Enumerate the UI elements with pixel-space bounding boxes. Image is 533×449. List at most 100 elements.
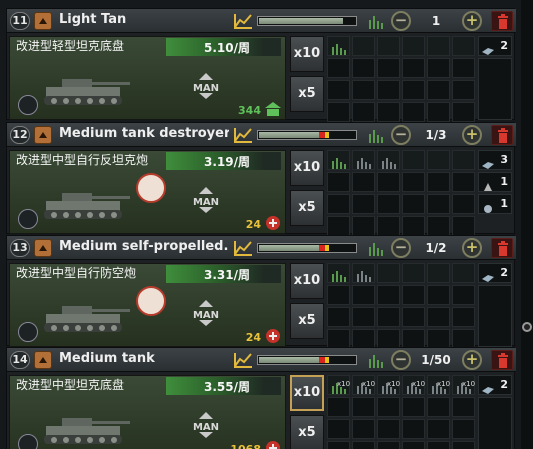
factory-slot[interactable] — [352, 102, 375, 122]
factory-slot[interactable] — [427, 441, 450, 449]
equipment-panel[interactable]: 改进型轻型坦克底盘 5.10/周 MAN 344 — [9, 36, 286, 120]
factory-slot[interactable] — [377, 329, 400, 349]
factory-slot[interactable] — [427, 419, 450, 439]
factory-slot[interactable] — [402, 194, 425, 214]
factory-slot[interactable] — [352, 80, 375, 100]
factory-slot[interactable] — [377, 102, 400, 122]
factory-slot[interactable] — [402, 419, 425, 439]
factory-slot[interactable] — [402, 329, 425, 349]
factory-slot[interactable] — [377, 397, 400, 417]
factory-slot[interactable] — [327, 36, 350, 56]
add-factory-button[interactable]: + — [462, 125, 482, 145]
factory-slot[interactable] — [452, 194, 475, 214]
x10-button[interactable]: x10 — [290, 36, 324, 72]
factory-slot[interactable] — [402, 80, 425, 100]
factory-slot[interactable] — [377, 194, 400, 214]
remove-factory-button[interactable]: − — [391, 238, 411, 258]
factory-slot[interactable] — [352, 58, 375, 78]
equipment-panel[interactable]: 改进型中型自行反坦克炮 3.19/周 MAN 24 — [9, 150, 286, 234]
gear-icon[interactable] — [18, 209, 38, 229]
factory-slot[interactable] — [352, 329, 375, 349]
factory-slot[interactable] — [327, 194, 350, 214]
factory-slot[interactable] — [377, 441, 400, 449]
factory-slot[interactable] — [327, 397, 350, 417]
factory-slot[interactable] — [352, 216, 375, 236]
factory-slot[interactable] — [327, 329, 350, 349]
factory-slot[interactable]: x10 — [427, 375, 450, 395]
factory-slot[interactable] — [327, 58, 350, 78]
factory-slot[interactable] — [427, 307, 450, 327]
factory-slot[interactable] — [377, 36, 400, 56]
factory-slot[interactable] — [427, 150, 450, 170]
factory-slot[interactable] — [427, 58, 450, 78]
scrollbar[interactable] — [521, 0, 533, 449]
factory-slot[interactable] — [402, 102, 425, 122]
factory-slot[interactable] — [427, 80, 450, 100]
factory-slot[interactable] — [427, 172, 450, 192]
factory-slot[interactable]: x10 — [327, 375, 350, 395]
factory-slot[interactable] — [452, 80, 475, 100]
remove-factory-button[interactable]: − — [391, 11, 411, 31]
factory-slot[interactable]: x10 — [402, 375, 425, 395]
factory-slot[interactable] — [452, 216, 475, 236]
factory-slot[interactable] — [427, 36, 450, 56]
delete-line-button[interactable] — [491, 11, 513, 31]
factory-slot[interactable] — [402, 307, 425, 327]
factory-slot[interactable] — [427, 397, 450, 417]
factory-slot[interactable] — [402, 285, 425, 305]
factory-slot[interactable] — [452, 263, 475, 283]
factory-slot[interactable] — [352, 172, 375, 192]
factory-slot[interactable] — [327, 419, 350, 439]
factory-slot[interactable] — [352, 285, 375, 305]
factory-slot[interactable] — [327, 102, 350, 122]
factory-slot[interactable]: x10 — [352, 375, 375, 395]
factory-slot[interactable] — [452, 397, 475, 417]
equipment-panel[interactable]: 改进型中型自行防空炮 3.31/周 MAN 24 — [9, 263, 286, 347]
factory-slot[interactable] — [377, 285, 400, 305]
factory-slot[interactable] — [352, 263, 375, 283]
factory-slot[interactable] — [327, 285, 350, 305]
factory-slot[interactable] — [452, 36, 475, 56]
factory-slot[interactable] — [377, 58, 400, 78]
factory-slot[interactable] — [427, 329, 450, 349]
factory-slot[interactable] — [402, 172, 425, 192]
factory-slot[interactable] — [327, 172, 350, 192]
factory-slot[interactable] — [452, 58, 475, 78]
factory-slot[interactable] — [402, 441, 425, 449]
add-factory-button[interactable]: + — [462, 350, 482, 370]
factory-slot[interactable] — [327, 80, 350, 100]
factory-slot[interactable] — [402, 216, 425, 236]
factory-slot[interactable] — [352, 307, 375, 327]
factory-slot[interactable] — [377, 216, 400, 236]
gear-icon[interactable] — [18, 434, 38, 449]
x5-button[interactable]: x5 — [290, 190, 324, 226]
factory-slot[interactable] — [452, 172, 475, 192]
factory-slot[interactable] — [452, 150, 475, 170]
scroll-knob[interactable] — [522, 322, 532, 332]
factory-slot[interactable] — [377, 263, 400, 283]
factory-slot[interactable] — [352, 150, 375, 170]
factory-slot[interactable] — [352, 419, 375, 439]
factory-slot[interactable] — [427, 263, 450, 283]
factory-slot[interactable] — [402, 397, 425, 417]
equipment-panel[interactable]: 改进型中型坦克底盘 3.55/周 MAN 1068 — [9, 375, 286, 449]
remove-factory-button[interactable]: − — [391, 125, 411, 145]
factory-slot[interactable] — [427, 216, 450, 236]
factory-slot[interactable] — [327, 150, 350, 170]
factory-slot[interactable] — [352, 397, 375, 417]
factory-slot[interactable] — [427, 194, 450, 214]
add-factory-button[interactable]: + — [462, 11, 482, 31]
x5-button[interactable]: x5 — [290, 76, 324, 112]
x5-button[interactable]: x5 — [290, 415, 324, 449]
factory-slot[interactable] — [402, 150, 425, 170]
factory-slot[interactable] — [452, 307, 475, 327]
factory-slot[interactable]: x10 — [452, 375, 475, 395]
factory-slot[interactable] — [402, 263, 425, 283]
factory-slot[interactable] — [377, 150, 400, 170]
x10-button[interactable]: x10 — [290, 375, 324, 411]
factory-slot[interactable] — [352, 441, 375, 449]
factory-slot[interactable] — [452, 102, 475, 122]
factory-slot[interactable] — [452, 441, 475, 449]
priority-up-button[interactable] — [34, 239, 52, 257]
priority-up-button[interactable] — [34, 12, 52, 30]
